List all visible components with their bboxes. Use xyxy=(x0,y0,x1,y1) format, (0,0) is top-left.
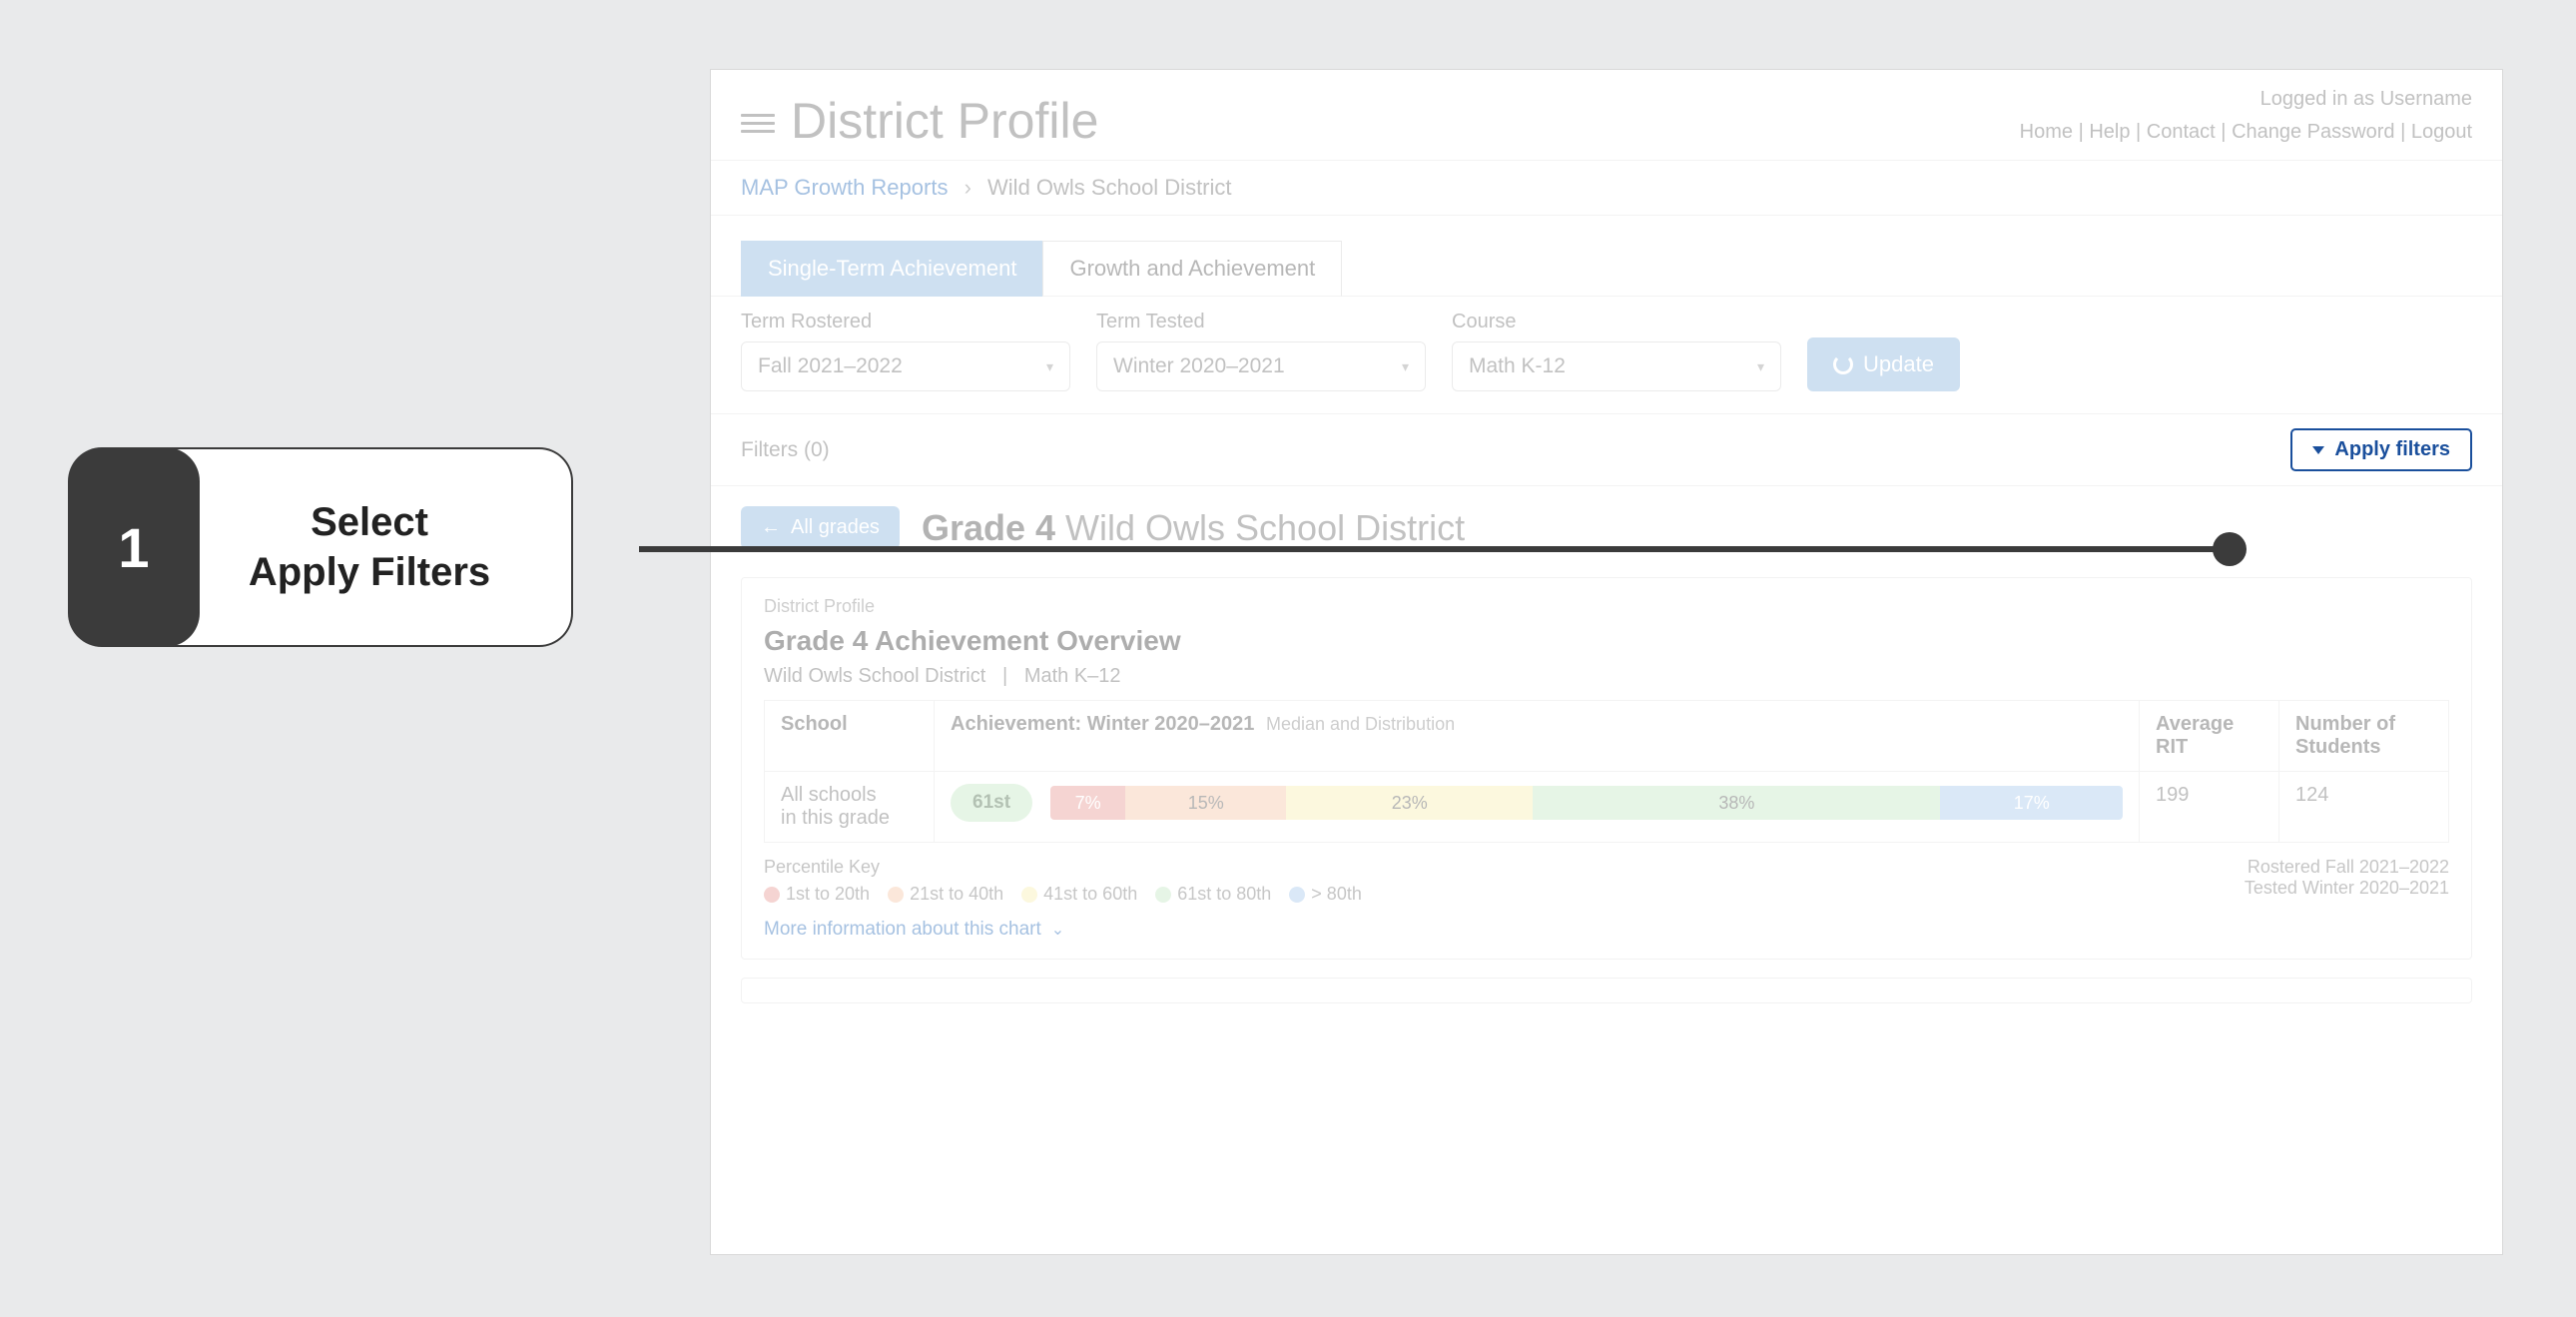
col-avg-rit-header: Average RIT xyxy=(2140,701,2279,772)
annotation-step-number: 1 xyxy=(118,515,149,580)
filters-bar: Filters (0) Apply filters xyxy=(711,414,2502,486)
filters-count-label: Filters (0) xyxy=(741,438,830,462)
dist-seg-5: 17% xyxy=(1940,786,2123,820)
legend-tested-text: Tested Winter 2020–2021 xyxy=(2245,878,2449,899)
dist-seg-3: 23% xyxy=(1286,786,1533,820)
cell-num-students: 124 xyxy=(2279,772,2449,843)
dist-seg-4: 38% xyxy=(1533,786,1940,820)
breadcrumb: MAP Growth Reports › Wild Owls School Di… xyxy=(711,160,2502,216)
table-header-row: School Achievement: Winter 2020–2021 Med… xyxy=(765,701,2449,772)
legend-dot-icon xyxy=(1021,887,1037,903)
table-row: All schools in this grade 61st 7% 15% 23… xyxy=(765,772,2449,843)
term-tested-value: Winter 2020–2021 xyxy=(1113,354,1285,378)
refresh-icon xyxy=(1833,354,1853,374)
nav-contact-link[interactable]: Contact xyxy=(2147,121,2216,143)
logged-in-as-text: Logged in as Username xyxy=(2020,88,2472,111)
legend-item-2: 21st to 40th xyxy=(888,884,1003,905)
breadcrumb-root-link[interactable]: MAP Growth Reports xyxy=(741,175,948,200)
all-grades-button[interactable]: ← All grades xyxy=(741,506,900,549)
term-tested-select[interactable]: Winter 2020–2021 ▾ xyxy=(1096,341,1426,391)
annotation-connector-line xyxy=(639,546,2235,552)
col-achievement-header: Achievement: Winter 2020–2021 Median and… xyxy=(935,701,2140,772)
more-info-toggle[interactable]: More information about this chart ⌄ xyxy=(764,919,2449,941)
legend-item-3: 41st to 60th xyxy=(1021,884,1137,905)
course-select[interactable]: Math K-12 ▾ xyxy=(1452,341,1781,391)
achievement-overview-card: District Profile Grade 4 Achievement Ove… xyxy=(741,577,2472,960)
all-grades-label: All grades xyxy=(791,516,880,539)
caret-down-icon: ▾ xyxy=(1757,358,1764,375)
legend-rostered-text: Rostered Fall 2021–2022 xyxy=(2245,857,2449,878)
dist-seg-1: 7% xyxy=(1050,786,1125,820)
dist-seg-2: 15% xyxy=(1125,786,1286,820)
update-button-label: Update xyxy=(1863,351,1934,377)
nav-change-password-link[interactable]: Change Password xyxy=(2232,121,2394,143)
percentile-key-title: Percentile Key xyxy=(764,857,1362,878)
nav-home-link[interactable]: Home xyxy=(2020,121,2073,143)
term-rostered-select[interactable]: Fall 2021–2022 ▾ xyxy=(741,341,1070,391)
annotation-line-1: Select xyxy=(311,497,428,547)
legend-dot-icon xyxy=(1289,887,1305,903)
legend-dot-icon xyxy=(888,887,904,903)
term-tested-group: Term Tested Winter 2020–2021 ▾ xyxy=(1096,311,1426,391)
cell-school: All schools in this grade xyxy=(765,772,935,843)
annotation-callout: 1 Select Apply Filters xyxy=(68,447,573,647)
nav-help-link[interactable]: Help xyxy=(2089,121,2130,143)
legend-item-4: 61st to 80th xyxy=(1155,884,1271,905)
caret-down-icon: ▾ xyxy=(1046,358,1053,375)
chevron-right-icon: › xyxy=(965,175,971,200)
course-label: Course xyxy=(1452,311,1781,333)
app-window: District Profile Logged in as Username H… xyxy=(711,70,2502,1254)
next-card-placeholder xyxy=(741,978,2472,1003)
update-button[interactable]: Update xyxy=(1807,337,1960,391)
annotation-connector-dot xyxy=(2213,532,2247,566)
page-title: District Profile xyxy=(791,92,1098,150)
term-rostered-value: Fall 2021–2022 xyxy=(758,354,903,378)
tab-single-term-achievement[interactable]: Single-Term Achievement xyxy=(741,241,1043,297)
legend-item-5: > 80th xyxy=(1289,884,1362,905)
caret-down-icon xyxy=(2312,446,2324,454)
annotation-line-2: Apply Filters xyxy=(249,547,490,597)
col-school-header: School xyxy=(765,701,935,772)
menu-icon[interactable] xyxy=(741,106,775,140)
cell-avg-rit: 199 xyxy=(2140,772,2279,843)
card-eyebrow: District Profile xyxy=(764,596,2449,617)
query-filters-row: Term Rostered Fall 2021–2022 ▾ Term Test… xyxy=(711,297,2502,414)
term-rostered-label: Term Rostered xyxy=(741,311,1070,333)
term-rostered-group: Term Rostered Fall 2021–2022 ▾ xyxy=(741,311,1070,391)
term-tested-label: Term Tested xyxy=(1096,311,1426,333)
col-num-students-header: Number of Students xyxy=(2279,701,2449,772)
legend-item-1: 1st to 20th xyxy=(764,884,870,905)
header-bar: District Profile Logged in as Username H… xyxy=(711,70,2502,160)
distribution-bar: 7% 15% 23% 38% 17% xyxy=(1050,786,2123,820)
card-title: Grade 4 Achievement Overview xyxy=(764,625,2449,657)
card-subtitle: Wild Owls School District | Math K–12 xyxy=(764,665,2449,688)
grade-heading: Grade 4 Wild Owls School District xyxy=(922,507,1465,549)
course-group: Course Math K-12 ▾ xyxy=(1452,311,1781,391)
legend-dot-icon xyxy=(1155,887,1171,903)
nav-logout-link[interactable]: Logout xyxy=(2411,121,2472,143)
apply-filters-button[interactable]: Apply filters xyxy=(2290,428,2472,471)
annotation-step-badge: 1 xyxy=(68,447,200,647)
tabs-row: Single-Term Achievement Growth and Achie… xyxy=(711,216,2502,297)
grade-heading-bold: Grade 4 xyxy=(922,507,1055,548)
grade-heading-rest: Wild Owls School District xyxy=(1055,507,1465,548)
more-info-label: More information about this chart xyxy=(764,919,1041,941)
course-value: Math K-12 xyxy=(1469,354,1566,378)
breadcrumb-current: Wild Owls School District xyxy=(987,175,1231,200)
apply-filters-label: Apply filters xyxy=(2334,438,2450,461)
legend-row: Percentile Key 1st to 20th 21st to 40th … xyxy=(764,857,2449,905)
median-percentile-pill: 61st xyxy=(951,784,1032,822)
chevron-down-icon: ⌄ xyxy=(1051,920,1064,940)
legend-dot-icon xyxy=(764,887,780,903)
caret-down-icon: ▾ xyxy=(1402,358,1409,375)
achievement-table: School Achievement: Winter 2020–2021 Med… xyxy=(764,700,2449,843)
tab-growth-and-achievement[interactable]: Growth and Achievement xyxy=(1042,241,1342,297)
cell-achievement: 61st 7% 15% 23% 38% 17% xyxy=(935,772,2140,843)
header-user-area: Logged in as Username Home | Help | Cont… xyxy=(2020,88,2472,144)
arrow-left-icon: ← xyxy=(761,516,781,539)
